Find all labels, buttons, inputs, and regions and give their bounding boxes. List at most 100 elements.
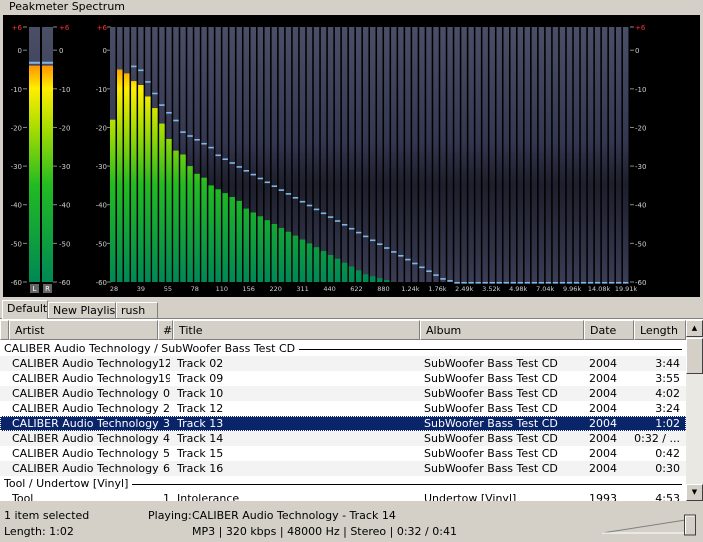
group-header[interactable]: Tool / Undertow [Vinyl]: [0, 476, 686, 491]
scale-label: -20: [96, 124, 107, 132]
table-row[interactable]: CALIBER Audio Technology 2 Track 12 SubW…: [0, 401, 686, 416]
spectrum-peak: [320, 212, 327, 215]
meter-peak-l: [29, 61, 40, 64]
spectrum-bar: [250, 212, 257, 282]
tab-rush[interactable]: rush: [116, 302, 158, 318]
spectrum-band-track: [615, 27, 622, 282]
tab-default[interactable]: Default: [2, 300, 48, 319]
table-row[interactable]: CALIBER Audio Technology 0 Track 10 SubW…: [0, 386, 686, 401]
spectrum-peak: [566, 282, 573, 284]
spectrum-bar: [173, 150, 179, 282]
cell-date: 2004: [589, 357, 617, 370]
spectrum-peak: [194, 139, 200, 141]
cell-number: 4: [163, 432, 170, 445]
scale-label: -30: [59, 163, 70, 171]
spectrum-peak: [412, 262, 418, 265]
playlist-view[interactable]: Artist # Title Album Date Length CALIBER…: [0, 318, 703, 501]
spectrum-band-track: [559, 27, 566, 282]
spectrum-band-track: [398, 27, 404, 282]
spectrum-peak: [377, 243, 383, 245]
scale-label: 0: [18, 47, 22, 55]
scale-label: -10: [96, 86, 107, 94]
volume-thumb[interactable]: [684, 514, 696, 536]
spectrum-bar: [292, 235, 299, 282]
spectrum-peak: [264, 181, 271, 184]
table-row-now-playing[interactable]: CALIBER Audio Technology 4 Track 14 SubW…: [0, 431, 686, 446]
spectrum-peak: [313, 208, 320, 211]
spectrum-bar: [229, 197, 235, 282]
cell-date: 2004: [589, 387, 617, 400]
spectrum-band-track: [524, 27, 531, 282]
cell-artist: CALIBER Audio Technology: [12, 462, 159, 475]
spectrum-band-track: [531, 27, 538, 282]
table-row[interactable]: CALIBER Audio Technology 12 Track 02 Sub…: [0, 356, 686, 371]
spectrum-band-track: [517, 27, 524, 282]
column-header-blank[interactable]: [0, 320, 9, 340]
column-header-length[interactable]: Length: [634, 320, 686, 340]
cell-album: SubWoofer Bass Test CD: [424, 447, 558, 460]
tab-label: New Playlist: [53, 304, 120, 317]
cell-title: Track 14: [177, 432, 224, 445]
spectrum-bar: [110, 119, 116, 282]
spectrum-bar: [327, 255, 334, 282]
cell-artist: CALIBER Audio Technology: [12, 372, 159, 385]
table-row-selected[interactable]: CALIBER Audio Technology 3 Track 13 SubW…: [0, 416, 686, 431]
scale-label: -10: [11, 86, 22, 94]
frequency-label: 9.96k: [563, 285, 581, 293]
frequency-label: 4.98k: [509, 285, 527, 293]
table-row[interactable]: CALIBER Audio Technology 19 Track 09 Sub…: [0, 371, 686, 386]
scroll-down-button[interactable]: ▼: [686, 484, 703, 501]
spectrum-peak: [468, 282, 474, 284]
spectrum-bar: [236, 200, 242, 282]
frequency-label: 55: [164, 285, 172, 293]
column-header-date[interactable]: Date: [584, 320, 634, 340]
spectrum-band-track: [587, 27, 594, 282]
column-header-album[interactable]: Album: [420, 320, 584, 340]
frequency-label: 78: [191, 285, 199, 293]
spectrum-peak: [503, 282, 509, 284]
spectrum-peak: [559, 282, 566, 284]
spectrum-band-track: [327, 27, 334, 282]
table-row[interactable]: Tool 1 Intolerance Undertow [Vinyl] 1993…: [0, 491, 686, 501]
spectrum-bar: [117, 69, 123, 282]
cell-length: 0:42: [655, 447, 680, 460]
spectrum-band-track: [405, 27, 411, 282]
table-row[interactable]: CALIBER Audio Technology 5 Track 15 SubW…: [0, 446, 686, 461]
cell-artist: CALIBER Audio Technology: [12, 432, 159, 445]
spectrum-peak: [475, 282, 481, 284]
spectrum-bar: [348, 266, 355, 282]
table-row[interactable]: CALIBER Audio Technology 6 Track 16 SubW…: [0, 461, 686, 476]
volume-slider[interactable]: [600, 513, 700, 537]
cell-artist: Tool: [12, 492, 34, 501]
scale-label: +6: [97, 24, 108, 32]
column-header-number[interactable]: #: [158, 320, 173, 340]
frequency-label: 220: [269, 285, 281, 293]
cell-album: Undertow [Vinyl]: [424, 492, 517, 501]
spectrum-peak: [426, 270, 432, 272]
spectrum-bar: [215, 189, 221, 282]
cell-title: Track 10: [177, 387, 224, 400]
column-header-artist[interactable]: Artist: [9, 320, 158, 340]
channel-label: L: [33, 285, 37, 293]
scale-label: +6: [635, 24, 646, 32]
cell-number: 19: [158, 372, 170, 385]
vertical-scrollbar[interactable]: ▲ ▼: [686, 320, 703, 501]
scale-label: -30: [635, 163, 646, 171]
tab-label: Default: [7, 302, 48, 315]
spectrum-peak: [355, 231, 362, 234]
scroll-up-button[interactable]: ▲: [686, 320, 703, 337]
scroll-thumb[interactable]: [686, 338, 703, 374]
spectrum-bar: [159, 123, 165, 282]
group-header[interactable]: CALIBER Audio Technology / SubWoofer Bas…: [0, 341, 686, 356]
column-header-title[interactable]: Title: [173, 320, 420, 340]
scale-label: 0: [635, 47, 639, 55]
cell-number: 5: [163, 447, 170, 460]
spectrum-bar: [243, 208, 249, 282]
spectrum-peak: [440, 278, 446, 280]
spectrum-peak: [152, 92, 158, 95]
cell-date: 1993: [589, 492, 617, 501]
tab-new-playlist[interactable]: New Playlist: [48, 302, 120, 318]
scale-label: +6: [59, 24, 70, 32]
spectrum-band-track: [545, 27, 552, 282]
scale-label: -30: [96, 163, 107, 171]
